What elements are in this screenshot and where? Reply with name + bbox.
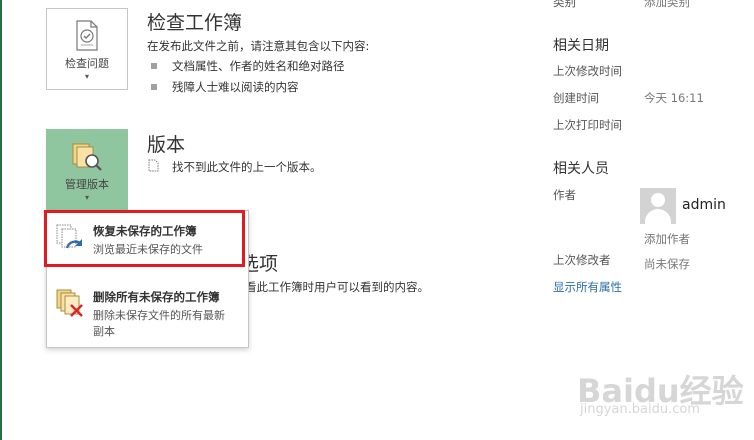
last-printed-label: 上次打印时间 — [553, 118, 622, 132]
inspect-bullet-item: 残障人士难以阅读的内容 — [172, 80, 299, 94]
no-previous-version-note: 找不到此文件的上一个版本。 — [172, 160, 322, 174]
window-left-border — [0, 0, 2, 440]
show-all-properties-link[interactable]: 显示所有属性 — [553, 279, 622, 295]
delete-workbook-icon — [56, 289, 83, 317]
created-value: 今天 16:11 — [644, 91, 704, 105]
versions-title: 版本 — [147, 134, 186, 156]
check-for-issues-label: 检查问题 — [65, 57, 109, 70]
category-label: 类别 — [553, 0, 576, 9]
recover-unsaved-workbooks-item[interactable]: 恢复未保存的工作簿 浏览最近未保存的文件 — [47, 211, 248, 268]
avatar-body-icon — [645, 209, 671, 224]
browser-view-options-description: 看此工作簿时用户可以看到的内容。 — [245, 280, 429, 294]
delete-unsaved-workbooks-item[interactable]: 删除所有未保存的工作簿 删除未保存文件的所有最新副本 — [47, 277, 248, 347]
chevron-down-icon: ▾ — [84, 72, 89, 81]
bullet-icon — [151, 84, 157, 90]
related-dates-heading: 相关日期 — [553, 38, 609, 54]
related-people-heading: 相关人员 — [553, 161, 609, 177]
baidu-watermark-url: jingyan.baidu.com — [580, 402, 700, 417]
inspect-workbook-title: 检查工作簿 — [147, 12, 243, 34]
inspect-bullet-item: 文档属性、作者的姓名和绝对路径 — [172, 59, 345, 73]
manage-versions-button[interactable]: 管理版本 ▾ — [46, 129, 128, 211]
inspect-workbook-description: 在发布此文件之前，请注意其包含以下内容: — [147, 39, 370, 53]
author-name[interactable]: admin — [682, 197, 726, 213]
check-for-issues-button[interactable]: 检查问题 ▾ — [46, 8, 128, 90]
manage-versions-label: 管理版本 — [65, 178, 109, 191]
recover-unsaved-title: 恢复未保存的工作簿 — [93, 224, 197, 238]
document-icon — [148, 159, 159, 172]
bullet-icon — [151, 63, 157, 69]
last-modified-by-label: 上次修改者 — [553, 253, 611, 267]
recover-workbook-icon — [56, 224, 82, 249]
manage-versions-menu: 恢复未保存的工作簿 浏览最近未保存的文件 删除所有未保存的工作簿 删除未保存文件… — [46, 210, 249, 348]
created-label: 创建时间 — [553, 91, 599, 105]
delete-unsaved-title: 删除所有未保存的工作簿 — [93, 290, 220, 304]
add-author-field[interactable]: 添加作者 — [644, 231, 690, 247]
last-modified-label: 上次修改时间 — [553, 64, 622, 78]
delete-unsaved-description: 删除未保存文件的所有最新副本 — [93, 309, 225, 338]
inspect-document-icon — [76, 20, 98, 51]
add-category-field[interactable]: 添加类别 — [644, 0, 690, 10]
author-label: 作者 — [553, 188, 576, 202]
avatar-head-icon — [651, 193, 665, 207]
avatar — [640, 188, 676, 224]
chevron-down-icon: ▾ — [84, 193, 89, 202]
manage-versions-icon — [72, 143, 102, 171]
recover-unsaved-description: 浏览最近未保存的文件 — [93, 243, 203, 256]
last-modified-by-value: 尚未保存 — [644, 257, 690, 271]
